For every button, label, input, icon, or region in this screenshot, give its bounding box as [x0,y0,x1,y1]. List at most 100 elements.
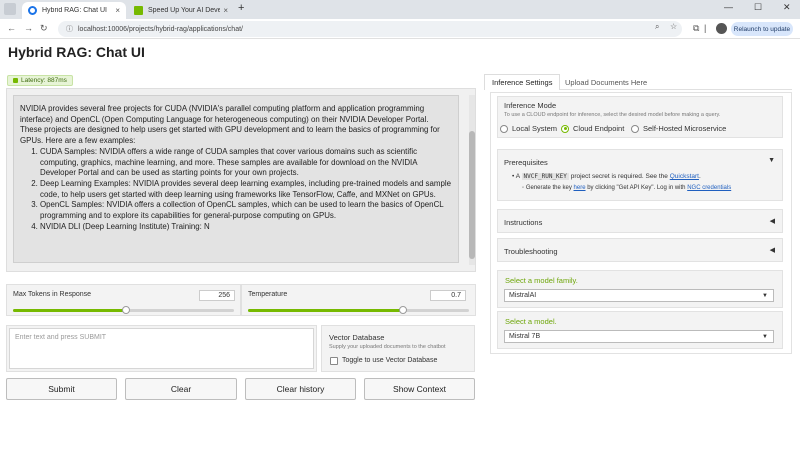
back-arrow-icon[interactable]: ← [7,23,16,33]
site-info-icon[interactable]: ⓘ [66,24,73,34]
list-item: OpenCL Samples: NVIDIA offers a collecti… [40,200,452,221]
tab-inference-settings[interactable]: Inference Settings [484,74,561,90]
radio-local-system[interactable]: Local System [500,124,557,133]
radio-circle[interactable] [500,124,508,133]
chat-scrollbar[interactable] [469,95,475,265]
new-tab-icon[interactable]: + [238,2,244,14]
radio-self-hosted[interactable]: Self-Hosted Microservice [631,124,726,133]
inference-mode-title: Inference Mode [504,101,557,110]
list-item: Deep Learning Examples: NVIDIA provides … [40,179,452,200]
zoom-icon[interactable]: ⌕ [655,22,659,32]
model-family-select[interactable]: MistralAI ▼ [504,289,774,302]
inference-mode-description: To use a CLOUD endpoint for inference, s… [504,112,721,118]
browser-tab-strip: Hybrid RAG: Chat UI × Speed Up Your AI D… [0,0,800,19]
model-family-label: Select a model family. [505,276,578,285]
collapse-arrow-icon[interactable]: ▼ [768,157,775,164]
clear-button[interactable]: Clear [125,378,237,400]
max-tokens-input[interactable]: 256 [199,290,235,301]
list-item: NVIDIA DLI (Deep Learning Institute) Tra… [40,222,452,233]
bookmark-star-icon[interactable]: ☆ [670,22,677,31]
prerequisite-line-2: ◦ Generate the key here by clicking "Get… [522,185,731,191]
chat-panel: NVIDIA provides several free projects fo… [6,88,476,272]
vector-db-checkbox[interactable] [330,357,338,365]
temperature-slider-box: Temperature 0.7 [241,284,476,316]
radio-label: Local System [512,124,558,133]
url-text: localhost:10006/projects/hybrid-rag/appl… [78,25,243,33]
chrome-favicon-icon [28,6,37,15]
settings-tabs: Inference Settings Upload Documents Here [484,74,792,90]
max-tokens-slider-box: Max Tokens in Response 256 [6,284,241,316]
prerequisites-accordion[interactable]: Prerequisites ▼ • A NVCF_RUN_KEY project… [497,149,783,201]
temperature-slider[interactable] [248,306,469,314]
clear-history-button[interactable]: Clear history [245,378,356,400]
troubleshooting-title: Troubleshooting [504,247,558,256]
ngc-credentials-link[interactable]: NGC credentials [687,185,731,191]
tab-hybrid-rag[interactable]: Hybrid RAG: Chat UI × [22,2,126,19]
radio-label: Self-Hosted Microservice [643,124,727,133]
inference-mode-box: Inference Mode To use a CLOUD endpoint f… [497,96,783,138]
vector-db-toggle-label[interactable]: Toggle to use Vector Database [342,357,437,364]
reload-icon[interactable]: ↻ [40,23,48,34]
latency-badge: Latency: 887ms [7,75,73,86]
chat-message: NVIDIA provides several free projects fo… [13,95,459,263]
radio-cloud-endpoint[interactable]: Cloud Endpoint [561,124,624,133]
radio-label: Cloud Endpoint [573,124,625,133]
address-bar-row: ← → ↻ ⓘ localhost:10006/projects/hybrid-… [0,19,800,39]
tab-close-icon[interactable]: × [115,6,120,15]
window-close-icon[interactable]: ✕ [783,2,791,13]
bullet: • [512,173,515,180]
prerequisites-title: Prerequisites [504,158,548,167]
radio-circle-selected[interactable] [561,124,569,133]
expand-arrow-icon[interactable]: ◀ [770,217,775,225]
page-title: Hybrid RAG: Chat UI [8,44,145,60]
temperature-slider-knob[interactable] [398,306,407,314]
tab-search-icon[interactable] [4,3,16,15]
max-tokens-slider[interactable] [13,306,234,314]
show-context-button[interactable]: Show Context [364,378,475,400]
relaunch-button[interactable]: Relaunch to update [731,22,793,36]
tab-title: Hybrid RAG: Chat UI [42,7,107,14]
model-select[interactable]: Mistral 7B ▼ [504,330,774,343]
chevron-down-icon[interactable]: ▼ [762,331,768,343]
submit-button[interactable]: Submit [6,378,117,400]
prerequisite-line-1: • A NVCF_RUN_KEY project secret is requi… [512,173,701,180]
quickstart-link[interactable]: Quickstart [670,173,699,180]
tab-upload-documents[interactable]: Upload Documents Here [558,74,654,90]
forward-arrow-icon[interactable]: → [24,23,33,33]
model-label: Select a model. [505,317,557,326]
instructions-title: Instructions [504,218,543,227]
model-value: Mistral 7B [509,333,541,340]
temperature-input[interactable]: 0.7 [430,290,466,301]
here-link[interactable]: here [574,185,586,191]
tab-speed-up-ai[interactable]: Speed Up Your AI Development × [128,2,234,19]
nvidia-favicon-icon [134,6,143,15]
avatar[interactable] [716,23,727,34]
vector-db-panel: Vector Database Supply your uploaded doc… [321,325,475,372]
expand-arrow-icon[interactable]: ◀ [770,246,775,254]
instructions-accordion[interactable]: Instructions ◀ [497,209,783,233]
sub-bullet: ◦ [522,185,525,191]
prereq-text: Generate the key [525,185,572,191]
url-bar[interactable]: ⓘ localhost:10006/projects/hybrid-rag/ap… [58,21,682,37]
temperature-label: Temperature [248,291,288,298]
tab-close-icon[interactable]: × [223,6,228,15]
model-family-value: MistralAI [509,292,537,299]
divider: | [704,23,707,33]
troubleshooting-accordion[interactable]: Troubleshooting ◀ [497,238,783,262]
temperature-slider-fill [248,309,403,312]
max-tokens-slider-knob[interactable] [121,306,130,314]
model-family-box: Select a model family. MistralAI ▼ [497,270,783,308]
list-item: CUDA Samples: NVIDIA offers a wide range… [40,147,452,179]
chevron-down-icon[interactable]: ▼ [762,290,768,302]
extensions-icon[interactable]: ⧉ [693,23,699,34]
vector-db-description: Supply your uploaded documents to the ch… [329,344,446,350]
max-tokens-label: Max Tokens in Response [13,291,92,298]
radio-circle[interactable] [631,124,639,133]
prereq-text: A [515,173,520,180]
secret-name-code: NVCF_RUN_KEY [521,173,569,180]
maximize-icon[interactable]: ☐ [754,2,762,13]
query-input[interactable]: Enter text and press SUBMIT [9,328,314,369]
chat-scroll-thumb[interactable] [469,131,475,259]
minimize-icon[interactable]: — [724,2,733,12]
chat-icon [13,78,18,83]
